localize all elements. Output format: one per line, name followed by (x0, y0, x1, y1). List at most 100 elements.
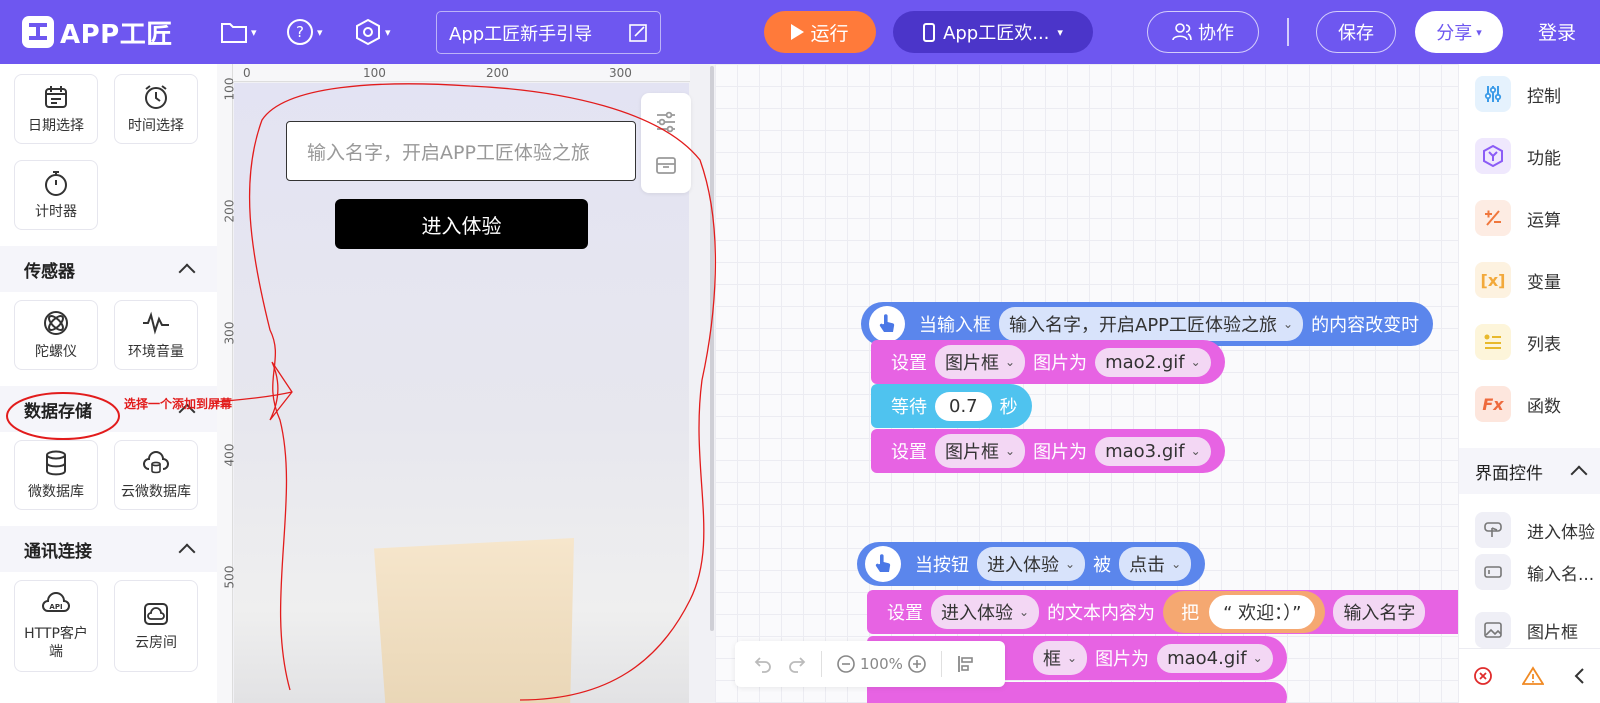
function-hex-icon (1475, 138, 1511, 174)
component-panel: 日期选择 时间选择 计时器 传感器 陀螺仪 环境音量 数据存储 微数据库 云微数… (0, 64, 217, 703)
dropdown-value: 框 (1043, 649, 1061, 670)
redo-icon[interactable] (787, 654, 807, 674)
image-file-dropdown[interactable]: mao2.gif ⌄ (1095, 347, 1211, 377)
join-text-block[interactable]: 把 “ 欢迎：）” (1163, 591, 1326, 633)
component-cloud-database[interactable]: 云微数据库 (114, 440, 198, 510)
app-logo[interactable]: APP工匠 (22, 14, 173, 50)
file-menu-button[interactable]: ▾ (220, 18, 257, 46)
event-action-dropdown[interactable]: 点击 ⌄ (1119, 547, 1192, 581)
component-time-picker[interactable]: 时间选择 (114, 74, 198, 144)
share-button[interactable]: 分享 ▾ (1415, 11, 1503, 53)
chevron-up-icon[interactable] (1570, 465, 1588, 483)
undo-icon[interactable] (753, 654, 773, 674)
section-title: 数据存储 (24, 401, 92, 422)
project-name-field[interactable]: App工匠新手引导 (436, 11, 661, 54)
screen-select-button[interactable]: App工匠欢... ▾ (893, 11, 1093, 53)
enter-experience-button[interactable]: 进入体验 (335, 199, 588, 249)
canvas-scrollbar[interactable] (710, 66, 714, 631)
collaborate-button[interactable]: 协作 (1147, 11, 1259, 53)
component-dropdown[interactable]: 框 ⌄ (1033, 641, 1088, 675)
event-block-button-clicked[interactable]: 当按钮 进入体验 ⌄ 被 点击 ⌄ (857, 542, 1206, 586)
component-gyroscope[interactable]: 陀螺仪 (14, 300, 98, 370)
block-workspace[interactable]: 当输入框 输入名字，开启APP工匠体验之旅 ⌄ 的内容改变时 设置 图片框 ⌄ 图片… (715, 64, 1458, 703)
category-control[interactable]: 控制 (1459, 68, 1600, 120)
component-cloud-room[interactable]: 云房间 (114, 580, 198, 672)
component-micro-database[interactable]: 微数据库 (14, 440, 98, 510)
string-literal[interactable]: “ 欢迎：）” (1209, 595, 1316, 629)
login-link[interactable]: 登录 (1538, 18, 1576, 45)
component-ambient-volume[interactable]: 环境音量 (114, 300, 198, 370)
component-timer[interactable]: 计时器 (14, 160, 98, 230)
chevron-down-icon: ⌄ (1171, 557, 1182, 571)
component-dropdown[interactable]: 图片框 ⌄ (935, 434, 1026, 468)
category-variable[interactable]: [x] 变量 (1459, 254, 1600, 306)
http-api-icon: API (42, 592, 70, 612)
save-button[interactable]: 保存 (1316, 11, 1396, 53)
ui-controls-section-header[interactable]: 界面控件 (1459, 448, 1600, 494)
wait-block[interactable]: 等待 0.7 秒 (871, 384, 1032, 428)
section-communication-header[interactable]: 通讯连接 (0, 526, 217, 572)
input-value-reference[interactable]: 输入名字 (1333, 595, 1426, 629)
edit-icon[interactable] (628, 23, 648, 43)
align-blocks-icon[interactable] (956, 654, 976, 674)
ruler-label: 0 (243, 66, 251, 80)
sliders-icon (1475, 76, 1511, 112)
component-date-picker[interactable]: 日期选择 (14, 74, 98, 144)
category-function[interactable]: 功能 (1459, 130, 1600, 182)
block-text: 秒 (999, 397, 1018, 418)
image-file-dropdown[interactable]: mao3.gif ⌄ (1095, 436, 1211, 466)
category-procedures[interactable]: Fx 函数 (1459, 378, 1600, 430)
component-dropdown[interactable]: 进入体验 ⌄ (931, 595, 1040, 629)
phone-icon (923, 22, 936, 42)
category-math[interactable]: 运算 (1459, 192, 1600, 244)
control-label: 输入名... (1527, 564, 1595, 585)
set-text-block[interactable]: 设置 进入体验 ⌄ 的文本内容为 把 “ 欢迎：）” 输入名字 (867, 590, 1458, 634)
component-label: 时间选择 (128, 118, 184, 134)
set-image-block-1[interactable]: 设置 图片框 ⌄ 图片为 mao2.gif ⌄ (871, 340, 1225, 384)
logo-text: APP工匠 (60, 19, 173, 50)
chevron-up-icon[interactable] (178, 263, 196, 281)
component-dropdown[interactable]: 图片框 ⌄ (935, 345, 1026, 379)
name-input[interactable]: 输入名字，开启APP工匠体验之旅 (286, 121, 636, 181)
chevron-down-icon: ▾ (1057, 25, 1063, 39)
wait-seconds-input[interactable]: 0.7 (935, 391, 992, 421)
run-button[interactable]: 运行 (764, 11, 876, 53)
component-http-client[interactable]: API HTTP客户端 (14, 580, 98, 672)
workspace-toolbar: 100% (735, 641, 1005, 687)
category-list[interactable]: 列表 (1459, 316, 1600, 368)
section-sensors-header[interactable]: 传感器 (0, 246, 217, 292)
control-item-name-input[interactable]: 输入名... (1459, 546, 1600, 598)
zoom-out-icon[interactable] (836, 654, 856, 674)
chevron-down-icon: ⌄ (1019, 605, 1030, 619)
category-label: 函数 (1527, 396, 1561, 417)
category-label: 功能 (1527, 148, 1561, 169)
properties-sliders-icon[interactable] (654, 110, 678, 134)
button-touch-icon (1475, 512, 1511, 548)
set-image-block-2[interactable]: 设置 图片框 ⌄ 图片为 mao3.gif ⌄ (871, 429, 1225, 473)
list-icon (1475, 324, 1511, 360)
warning-icon[interactable] (1521, 666, 1544, 686)
error-icon[interactable] (1473, 666, 1493, 686)
image-file-dropdown[interactable]: mao4.gif ⌄ (1157, 643, 1273, 673)
toolbar-divider (821, 651, 822, 677)
help-menu-button[interactable]: ? ▾ (286, 18, 323, 46)
chevron-down-icon: ⌄ (1005, 444, 1016, 458)
block-text: 设置 (887, 603, 923, 624)
component-label: 云微数据库 (121, 484, 191, 500)
paper-box-image[interactable] (374, 538, 574, 703)
cloud-room-icon (144, 603, 168, 625)
input-target-dropdown[interactable]: 输入名字，开启APP工匠体验之旅 ⌄ (999, 307, 1304, 341)
settings-menu-button[interactable]: ▾ (354, 18, 391, 46)
block-text: 当按钮 (915, 555, 969, 576)
chevron-left-icon[interactable] (1573, 666, 1587, 686)
category-label: 运算 (1527, 210, 1561, 231)
chevron-up-icon[interactable] (178, 543, 196, 561)
section-title: 通讯连接 (24, 541, 92, 562)
zoom-in-icon[interactable] (907, 654, 927, 674)
control-label: 图片框 (1527, 622, 1578, 643)
dropdown-value: 图片框 (945, 353, 999, 374)
button-target-dropdown[interactable]: 进入体验 ⌄ (977, 547, 1086, 581)
phone-screen-preview: 输入名字，开启APP工匠体验之旅 进入体验 (234, 83, 689, 703)
archive-box-icon[interactable] (654, 153, 678, 177)
component-label: 云房间 (135, 635, 177, 651)
